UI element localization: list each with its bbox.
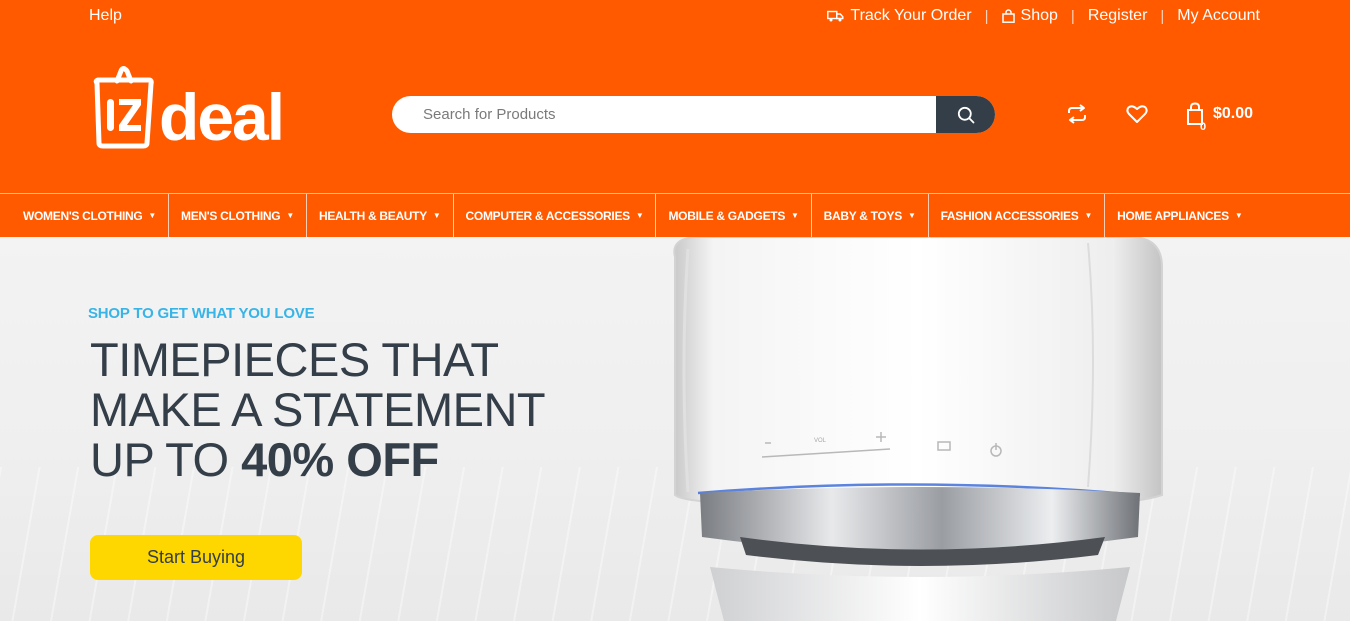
cart-total: $0.00 — [1213, 105, 1254, 122]
heart-icon — [1126, 105, 1148, 123]
site-header: Help Track Your Order | Shop | Register … — [0, 0, 1350, 193]
nav-item-computer-accessories[interactable]: COMPUTER & ACCESSORIES ▼ — [454, 194, 657, 237]
chevron-down-icon: ▼ — [148, 211, 157, 220]
nav-item-mens-clothing[interactable]: MEN'S CLOTHING ▼ — [169, 194, 307, 237]
nav-item-mobile-gadgets[interactable]: MOBILE & GADGETS ▼ — [656, 194, 812, 237]
help-link[interactable]: Help — [89, 7, 122, 25]
hero-title-line-2: MAKE A STATEMENT — [90, 383, 546, 436]
nav-item-health-beauty[interactable]: HEALTH & BEAUTY ▼ — [307, 194, 454, 237]
site-logo[interactable]: deal — [91, 63, 303, 151]
chevron-down-icon: ▼ — [635, 211, 644, 220]
compare-button[interactable] — [1065, 102, 1089, 126]
nav-item-label: MEN'S CLOTHING — [181, 208, 281, 223]
truck-icon — [827, 10, 844, 22]
shopping-bag-icon — [1001, 9, 1015, 23]
nav-item-label: FASHION ACCESSORIES — [940, 208, 1079, 223]
nav-item-label: HOME APPLIANCES — [1117, 208, 1229, 223]
search-icon — [957, 106, 974, 123]
search-bar — [392, 96, 995, 133]
nav-item-womens-clothing[interactable]: WOMEN'S CLOTHING ▼ — [0, 194, 170, 237]
shop-link[interactable]: Shop — [1001, 7, 1058, 25]
logo-text: deal — [159, 80, 283, 151]
hero-banner: VOL SHOP TO GET WHAT YOU LOVE TIMEPIECES… — [0, 237, 1350, 621]
nav-item-baby-toys[interactable]: BABY & TOYS ▼ — [812, 194, 929, 237]
shop-label: Shop — [1020, 7, 1058, 24]
hero-title: TIMEPIECES THAT MAKE A STATEMENT UP TO 4… — [90, 333, 546, 485]
chevron-down-icon: ▼ — [286, 211, 294, 220]
chevron-down-icon: ▼ — [791, 211, 799, 220]
nav-item-label: COMPUTER & ACCESSORIES — [465, 208, 631, 223]
cart-count-badge: 0 — [1200, 121, 1207, 133]
link-separator: | — [1160, 7, 1165, 25]
hero-title-line-3: UP TO 40% OFF — [90, 435, 545, 485]
track-order-link[interactable]: Track Your Order — [827, 7, 972, 25]
top-bar: Help Track Your Order | Shop | Register … — [0, 0, 1350, 34]
track-order-label: Track Your Order — [850, 7, 972, 24]
wishlist-button[interactable] — [1125, 102, 1149, 126]
compare-icon — [1068, 104, 1086, 124]
nav-item-label: HEALTH & BEAUTY — [318, 208, 427, 223]
volume-label: VOL — [814, 438, 827, 444]
nav-item-label: BABY & TOYS — [823, 208, 903, 223]
hero-subtitle: SHOP TO GET WHAT YOU LOVE — [88, 305, 315, 322]
nav-item-home-appliances[interactable]: HOME APPLIANCES ▼ — [1105, 194, 1254, 237]
chevron-down-icon: ▼ — [907, 211, 916, 220]
chevron-down-icon: ▼ — [1084, 211, 1093, 220]
nav-item-label: WOMEN'S CLOTHING — [23, 208, 143, 223]
hero-title-line-1: TIMEPIECES THAT — [90, 333, 499, 386]
link-separator: | — [1070, 7, 1075, 25]
search-button[interactable] — [936, 96, 995, 133]
register-link[interactable]: Register — [1088, 7, 1148, 25]
hero-discount: 40% OFF — [241, 433, 439, 486]
nav-item-fashion-accessories[interactable]: FASHION ACCESSORIES ▼ — [929, 194, 1106, 237]
speaker-product-image: VOL — [673, 237, 1163, 621]
my-account-link[interactable]: My Account — [1177, 7, 1260, 25]
chevron-down-icon: ▼ — [432, 211, 441, 220]
cart-button[interactable]: 0 $0.00 — [1186, 102, 1254, 133]
link-separator: | — [984, 7, 989, 25]
nav-item-label: MOBILE & GADGETS — [668, 208, 786, 223]
hero-title-prefix: UP TO — [90, 433, 242, 486]
top-links: Track Your Order | Shop | Register | My … — [827, 7, 1260, 25]
chevron-down-icon: ▼ — [1234, 211, 1243, 220]
start-buying-button[interactable]: Start Buying — [90, 535, 302, 580]
category-nav: WOMEN'S CLOTHING ▼ MEN'S CLOTHING ▼ HEALTH… — [0, 193, 1350, 237]
search-input[interactable] — [392, 96, 937, 133]
